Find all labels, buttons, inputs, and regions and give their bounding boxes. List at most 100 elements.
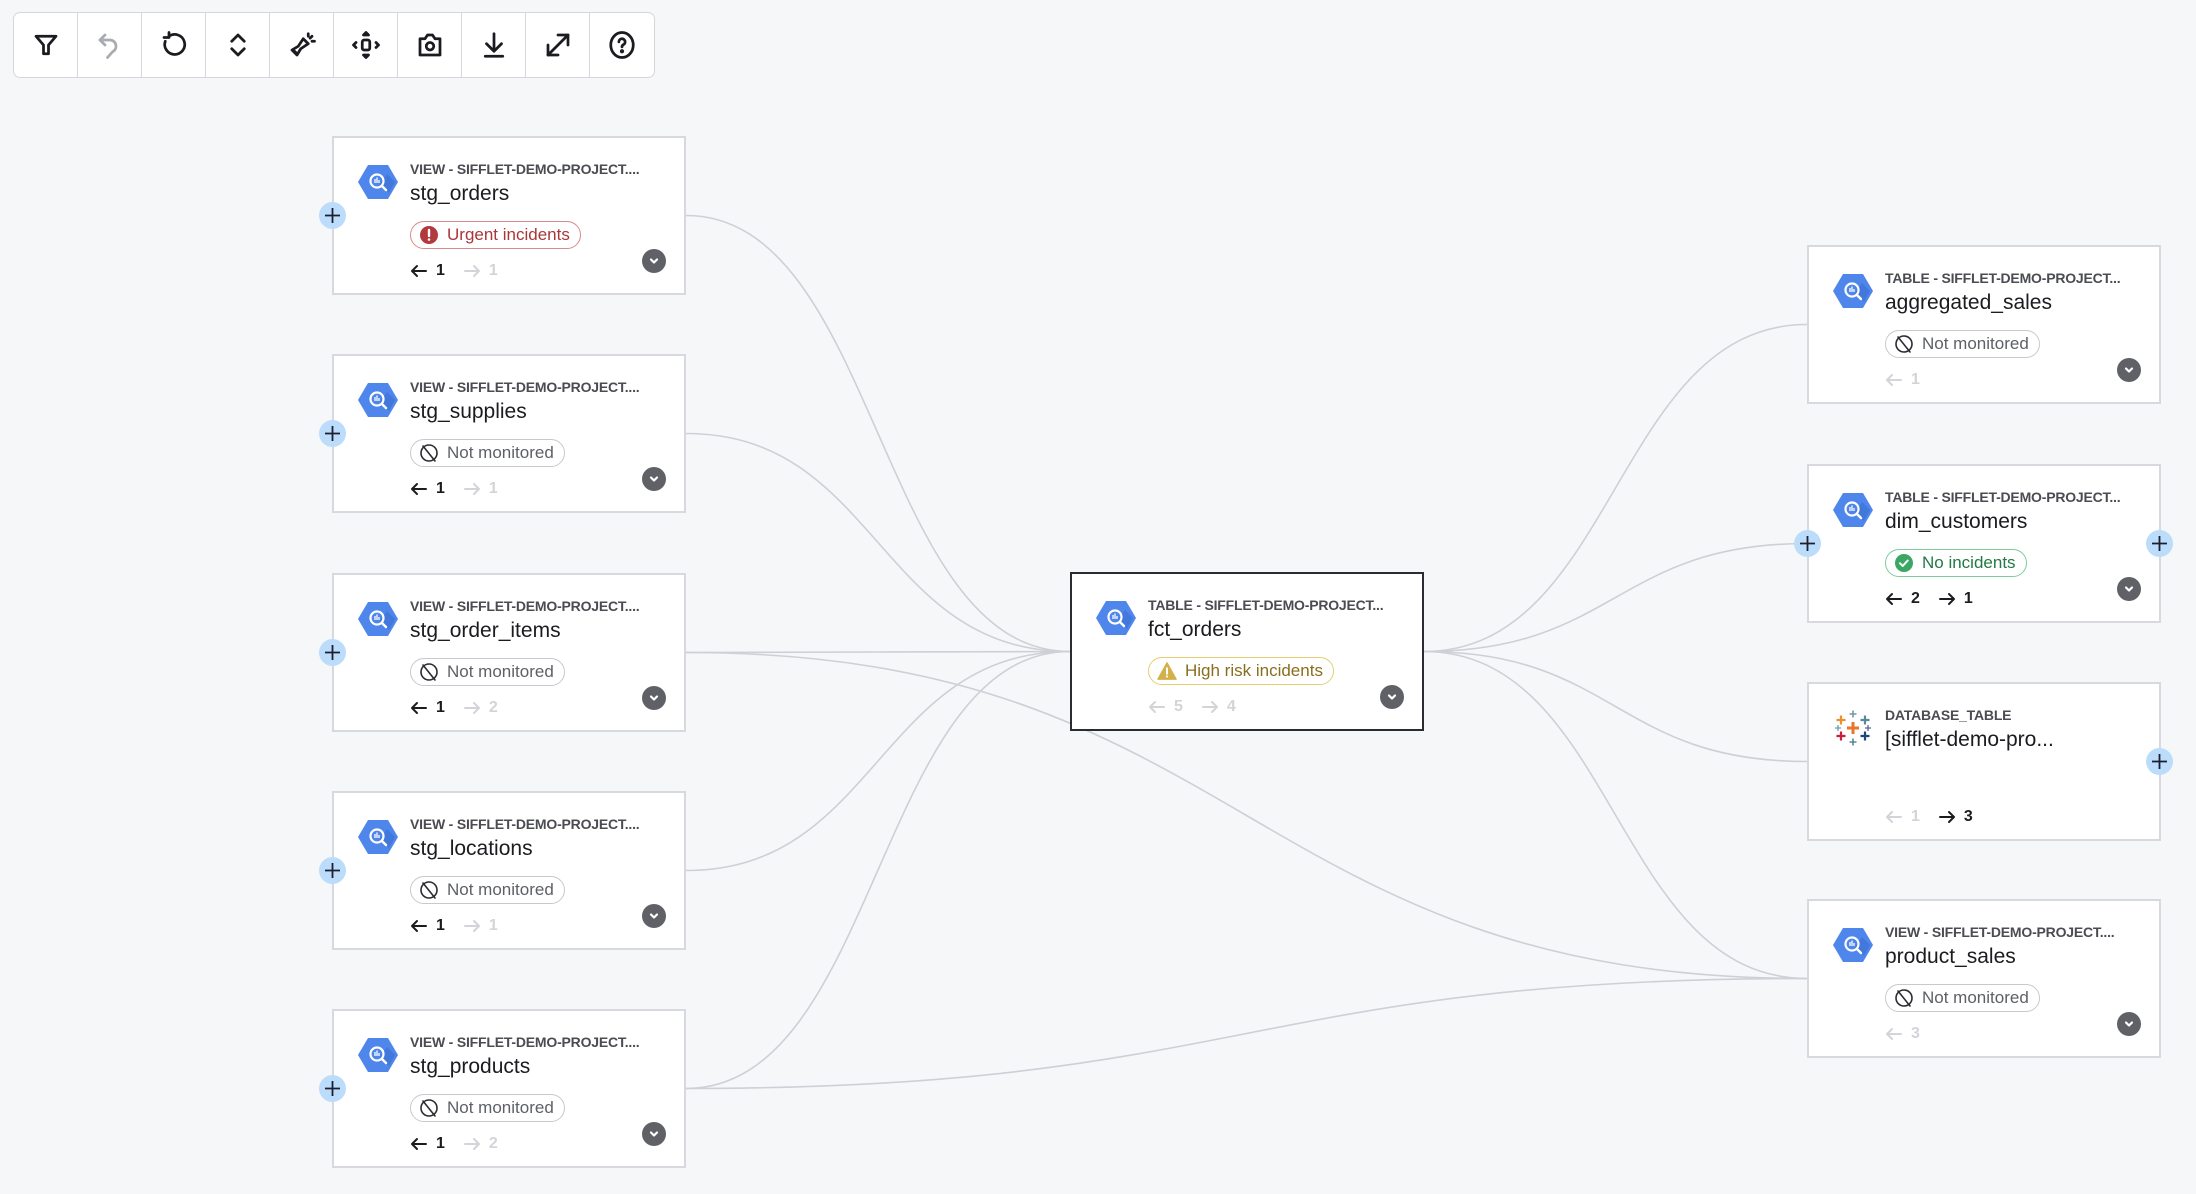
- undo-button[interactable]: [78, 13, 142, 77]
- upstream-count[interactable]: 1: [410, 262, 445, 280]
- filter-icon: [34, 34, 57, 56]
- download-icon: [483, 32, 504, 58]
- arrow-left-icon: [411, 483, 427, 495]
- upstream-count[interactable]: 5: [1148, 698, 1183, 716]
- node-name: dim_customers: [1885, 510, 2028, 533]
- plus-icon: [324, 426, 340, 441]
- upstream-count[interactable]: 2: [1885, 590, 1920, 608]
- status-badge: Not monitored: [410, 439, 565, 467]
- edge-stg-supplies-to-fct-orders: [685, 432, 1071, 653]
- node-type: VIEW - SIFFLET-DEMO-PROJECT....: [410, 379, 640, 395]
- upstream-count[interactable]: 3: [1885, 1025, 1920, 1043]
- plus-icon: [1799, 536, 1815, 551]
- node-type: TABLE - SIFFLET-DEMO-PROJECT...: [1148, 597, 1384, 613]
- upstream-count[interactable]: 1: [1885, 808, 1920, 826]
- arrow-left-icon: [1149, 701, 1165, 713]
- status-badge: High risk incidents: [1148, 657, 1334, 685]
- lineage-counts: 5 4: [1148, 698, 1236, 716]
- node-database-table[interactable]: DATABASE_TABLE [sifflet-demo-pro... 1 3: [1807, 682, 2161, 841]
- expand-node-button[interactable]: [1380, 685, 1404, 709]
- upstream-count[interactable]: 1: [410, 699, 445, 717]
- plus-icon: [324, 1081, 340, 1096]
- status-badge: No incidents: [1885, 549, 2027, 577]
- bigquery-icon: [358, 599, 398, 639]
- alert-icon: [420, 226, 438, 244]
- downstream-count[interactable]: 4: [1201, 698, 1236, 716]
- download-button[interactable]: [462, 13, 526, 77]
- chevron-down-icon: [649, 476, 659, 482]
- reset-button[interactable]: [142, 13, 206, 77]
- tableau-icon: [1833, 708, 1873, 748]
- status-label: Not monitored: [447, 662, 554, 681]
- warning-icon: [1157, 662, 1177, 680]
- node-stg-order-items[interactable]: VIEW - SIFFLET-DEMO-PROJECT.... stg_orde…: [332, 573, 686, 732]
- expand-downstream-dim-customers-button[interactable]: [2145, 530, 2173, 557]
- fullscreen-button[interactable]: [526, 13, 590, 77]
- node-stg-supplies[interactable]: VIEW - SIFFLET-DEMO-PROJECT.... stg_supp…: [332, 354, 686, 513]
- expand-upstream-stg-products-button[interactable]: [318, 1075, 346, 1102]
- node-stg-orders[interactable]: VIEW - SIFFLET-DEMO-PROJECT.... stg_orde…: [332, 136, 686, 295]
- downstream-count[interactable]: 3: [1938, 808, 1973, 826]
- downstream-count[interactable]: 2: [463, 1135, 498, 1153]
- status-badge: Not monitored: [410, 876, 565, 904]
- graph-toolbar: [13, 12, 655, 78]
- status-label: Not monitored: [1922, 988, 2029, 1007]
- node-type: VIEW - SIFFLET-DEMO-PROJECT....: [410, 161, 640, 177]
- downstream-count[interactable]: 2: [463, 699, 498, 717]
- downstream-count[interactable]: 1: [463, 917, 498, 935]
- node-fct-orders[interactable]: TABLE - SIFFLET-DEMO-PROJECT... fct_orde…: [1070, 572, 1424, 731]
- downstream-count[interactable]: 1: [463, 262, 498, 280]
- expand-upstream-stg-supplies-button[interactable]: [318, 420, 346, 447]
- chevron-down-icon: [1387, 694, 1397, 700]
- highlight-button[interactable]: [270, 13, 334, 77]
- help-button[interactable]: [590, 13, 654, 77]
- node-type: VIEW - SIFFLET-DEMO-PROJECT....: [410, 1034, 640, 1050]
- status-badge: Not monitored: [410, 1094, 565, 1122]
- lineage-counts: 1 1: [410, 480, 498, 498]
- downstream-count[interactable]: 1: [1938, 590, 1973, 608]
- expand-node-button[interactable]: [642, 249, 666, 273]
- fit-view-button[interactable]: [334, 13, 398, 77]
- bigquery-icon: [1833, 925, 1873, 965]
- filter-button[interactable]: [14, 13, 78, 77]
- expand-collapse-button[interactable]: [206, 13, 270, 77]
- status-icon: [419, 1098, 439, 1118]
- expand-node-button[interactable]: [642, 1122, 666, 1146]
- expand-node-button[interactable]: [2117, 577, 2141, 601]
- upstream-count[interactable]: 1: [410, 917, 445, 935]
- lineage-counts: 1 2: [410, 1135, 498, 1153]
- node-name: aggregated_sales: [1885, 291, 2052, 314]
- downstream-count[interactable]: 1: [463, 480, 498, 498]
- expand-upstream-stg-order-items-button[interactable]: [318, 639, 346, 666]
- plus-icon: [324, 645, 340, 660]
- node-name: stg_order_items: [410, 619, 561, 642]
- expand-node-button[interactable]: [642, 904, 666, 928]
- expand-upstream-dim-customers-button[interactable]: [1793, 530, 1821, 557]
- expand-downstream-database-table-button[interactable]: [2145, 748, 2173, 775]
- expand-node-button[interactable]: [642, 467, 666, 491]
- node-type: DATABASE_TABLE: [1885, 707, 2012, 723]
- downstream-count-value: 1: [488, 480, 498, 497]
- expand-node-button[interactable]: [2117, 1012, 2141, 1036]
- node-stg-locations[interactable]: VIEW - SIFFLET-DEMO-PROJECT.... stg_loca…: [332, 791, 686, 950]
- expand-node-button[interactable]: [642, 686, 666, 710]
- status-badge: Urgent incidents: [410, 221, 581, 249]
- node-aggregated-sales[interactable]: TABLE - SIFFLET-DEMO-PROJECT... aggregat…: [1807, 245, 2161, 404]
- node-stg-products[interactable]: VIEW - SIFFLET-DEMO-PROJECT.... stg_prod…: [332, 1009, 686, 1168]
- downstream-count-value: 3: [1963, 808, 1973, 825]
- upstream-count[interactable]: 1: [410, 1135, 445, 1153]
- upstream-count[interactable]: 1: [410, 480, 445, 498]
- node-product-sales[interactable]: VIEW - SIFFLET-DEMO-PROJECT.... product_…: [1807, 899, 2161, 1058]
- arrow-right-icon: [463, 483, 480, 495]
- status-label: High risk incidents: [1185, 661, 1323, 680]
- lineage-counts: 1 3: [1885, 808, 1973, 826]
- upstream-count[interactable]: 1: [1885, 371, 1920, 389]
- screenshot-button[interactable]: [398, 13, 462, 77]
- expand-node-button[interactable]: [2117, 358, 2141, 382]
- expand-upstream-stg-orders-button[interactable]: [318, 202, 346, 229]
- status-icon: [1894, 334, 1914, 354]
- node-dim-customers[interactable]: TABLE - SIFFLET-DEMO-PROJECT... dim_cust…: [1807, 464, 2161, 623]
- expand-upstream-stg-locations-button[interactable]: [318, 857, 346, 884]
- node-name: stg_supplies: [410, 400, 527, 423]
- node-type: TABLE - SIFFLET-DEMO-PROJECT...: [1885, 489, 2121, 505]
